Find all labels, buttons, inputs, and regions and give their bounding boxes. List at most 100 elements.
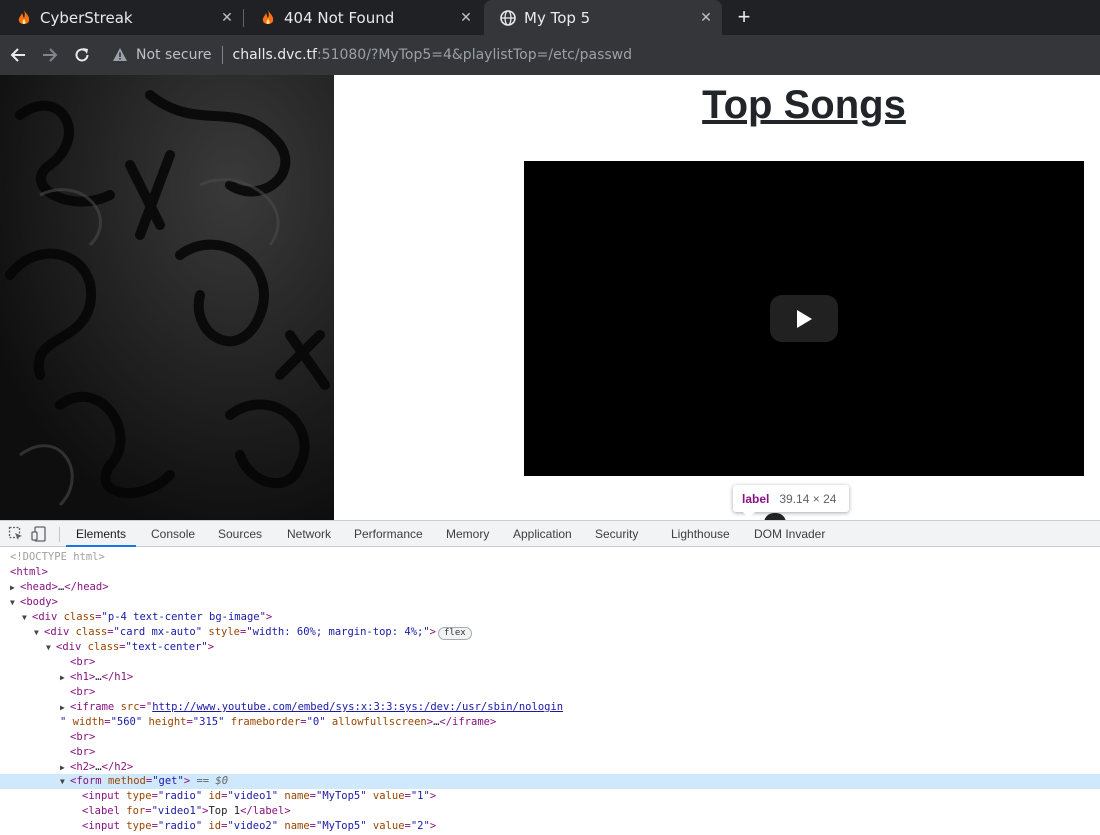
page-viewport: Top Songs label 39.14 × 24 bbox=[0, 75, 1100, 520]
tab-title: CyberStreak bbox=[40, 8, 133, 27]
tag-text: </label> bbox=[240, 805, 291, 817]
tab-my-top-5[interactable]: My Top 5 ✕ bbox=[484, 0, 722, 35]
tab-dom-invader[interactable]: DOM Invader bbox=[754, 521, 825, 547]
attr-name: type bbox=[126, 790, 152, 802]
divider bbox=[59, 527, 60, 542]
dom-node-input[interactable]: <input type="radio" id="video1" name="My… bbox=[0, 789, 1100, 804]
dom-node-br[interactable]: <br> bbox=[0, 745, 1100, 760]
attr-name: style bbox=[208, 626, 240, 638]
attr-name: class bbox=[63, 611, 96, 623]
dom-node-doctype[interactable]: <!DOCTYPE html> bbox=[0, 550, 1100, 565]
globe-icon bbox=[500, 9, 516, 26]
tag-text: <h1> bbox=[70, 671, 96, 683]
play-icon bbox=[797, 309, 812, 328]
tab-console[interactable]: Console bbox=[151, 521, 195, 547]
collapse-triangle-icon[interactable]: ▼ bbox=[46, 640, 56, 655]
tab-title: My Top 5 bbox=[524, 8, 591, 27]
tag-text: <div bbox=[56, 641, 88, 653]
expand-triangle-icon[interactable]: ▶ bbox=[60, 760, 70, 775]
address-toolbar: Not secure challs.dvc.tf:51080/?MyTop5=4… bbox=[0, 35, 1100, 75]
tag-text: <iframe bbox=[70, 701, 121, 713]
tag-text: <br> bbox=[70, 731, 96, 743]
tag-text: <html> bbox=[10, 566, 48, 578]
iframe-src-link[interactable]: http://www.youtube.com/embed/sys:x:3:3:s… bbox=[152, 701, 563, 713]
collapse-triangle-icon[interactable]: ▼ bbox=[10, 595, 20, 610]
devtools-toolbar: Elements Console Sources Network Perform… bbox=[0, 520, 1100, 547]
attr-name: id bbox=[208, 820, 222, 832]
attr-name: frameborder bbox=[230, 716, 301, 728]
collapse-triangle-icon[interactable]: ▼ bbox=[22, 610, 32, 625]
attr-value: "video1" bbox=[227, 790, 279, 802]
dom-node-form-selected[interactable]: ▼ <form method="get"> == $0 bbox=[0, 774, 1100, 789]
collapse-triangle-icon[interactable]: ▼ bbox=[60, 774, 70, 789]
expand-triangle-icon[interactable]: ▶ bbox=[60, 670, 70, 685]
flame-icon bbox=[16, 9, 32, 26]
dom-node-html[interactable]: <html> bbox=[0, 565, 1100, 580]
tag-text: <input bbox=[82, 820, 127, 832]
attr-name: method bbox=[107, 775, 146, 787]
warning-triangle-icon[interactable] bbox=[112, 47, 128, 63]
tag-text: </iframe> bbox=[439, 716, 497, 728]
flex-badge[interactable]: flex bbox=[437, 627, 472, 640]
tag-text: <form bbox=[70, 775, 108, 787]
tab-performance[interactable]: Performance bbox=[354, 521, 423, 547]
tag-text: <div bbox=[44, 626, 76, 638]
device-toolbar-icon[interactable] bbox=[31, 526, 47, 542]
element-inspector-tooltip: label 39.14 × 24 bbox=[733, 485, 849, 518]
attr-value: "video1" bbox=[151, 805, 203, 817]
tag-text: </h1> bbox=[101, 671, 134, 683]
forward-button[interactable] bbox=[37, 42, 63, 68]
tab-cyberstreak[interactable]: CyberStreak ✕ bbox=[0, 0, 243, 35]
tab-lighthouse[interactable]: Lighthouse bbox=[671, 521, 730, 547]
dom-node-h2[interactable]: ▶ <h2>…</h2> bbox=[0, 760, 1100, 775]
youtube-embed-video[interactable] bbox=[524, 161, 1084, 476]
tooltip-tag: label bbox=[742, 491, 770, 506]
dom-node-div-card[interactable]: ▼ <div class="card mx-auto" style="width:… bbox=[0, 625, 1100, 640]
tag-text: <br> bbox=[70, 686, 96, 698]
dom-node-input[interactable]: <input type="radio" id="video2" name="My… bbox=[0, 819, 1100, 834]
tab-security[interactable]: Security bbox=[595, 521, 638, 547]
attr-value: "MyTop5" bbox=[316, 790, 367, 802]
not-secure-label[interactable]: Not secure bbox=[136, 47, 212, 63]
collapse-triangle-icon[interactable]: ▼ bbox=[34, 625, 44, 640]
url-host: challs.dvc.tf bbox=[232, 47, 317, 63]
tab-application[interactable]: Application bbox=[513, 521, 572, 547]
dom-node-body[interactable]: ▼ <body> bbox=[0, 595, 1100, 610]
close-icon[interactable]: ✕ bbox=[456, 8, 476, 28]
tab-memory[interactable]: Memory bbox=[446, 521, 489, 547]
address-bar[interactable]: Not secure challs.dvc.tf:51080/?MyTop5=4… bbox=[102, 39, 1097, 71]
dom-node-br[interactable]: <br> bbox=[0, 730, 1100, 745]
page-title: Top Songs bbox=[702, 83, 906, 127]
attr-name: height bbox=[148, 716, 187, 728]
inspect-element-icon[interactable] bbox=[8, 526, 24, 542]
reload-button[interactable] bbox=[69, 42, 95, 68]
elements-dom-tree: <!DOCTYPE html> <html> ▶ <head>…</head> ▼… bbox=[0, 548, 1100, 835]
attr-value: "width: 60%; margin-top: 4%;" bbox=[246, 626, 430, 638]
dom-node-label[interactable]: <label for="video1">Top 1</label> bbox=[0, 804, 1100, 819]
play-button[interactable] bbox=[770, 295, 838, 342]
dom-node-div-text-center[interactable]: ▼ <div class="text-center"> bbox=[0, 640, 1100, 655]
close-icon[interactable]: ✕ bbox=[217, 8, 237, 28]
tab-sources[interactable]: Sources bbox=[218, 521, 262, 547]
dom-node-head[interactable]: ▶ <head>…</head> bbox=[0, 580, 1100, 595]
close-icon[interactable]: ✕ bbox=[696, 8, 716, 28]
tag-text: </head> bbox=[64, 581, 109, 593]
tab-elements[interactable]: Elements bbox=[66, 521, 137, 547]
tab-404-not-found[interactable]: 404 Not Found ✕ bbox=[244, 0, 482, 35]
tag-text: <div bbox=[32, 611, 64, 623]
attr-name: name bbox=[284, 820, 310, 832]
dom-node-iframe[interactable]: ▶ <iframe src="http://www.youtube.com/emb… bbox=[0, 700, 1100, 715]
dom-node-div[interactable]: ▼ <div class="p-4 text-center bg-image"> bbox=[0, 610, 1100, 625]
tag-text: </h2> bbox=[101, 761, 134, 773]
dom-node-h1[interactable]: ▶ <h1>…</h1> bbox=[0, 670, 1100, 685]
dom-node-br[interactable]: <br> bbox=[0, 685, 1100, 700]
back-button[interactable] bbox=[5, 42, 31, 68]
dom-node-iframe-cont[interactable]: " width="560" height="315" frameborder="… bbox=[0, 715, 1100, 730]
attr-value: "MyTop5" bbox=[316, 820, 367, 832]
browser-tab-bar: CyberStreak ✕ 404 Not Found ✕ My Top 5 ✕… bbox=[0, 0, 1100, 35]
dom-node-br[interactable]: <br> bbox=[0, 655, 1100, 670]
expand-triangle-icon[interactable]: ▶ bbox=[60, 700, 70, 715]
expand-triangle-icon[interactable]: ▶ bbox=[10, 580, 20, 595]
new-tab-button[interactable]: + bbox=[732, 4, 756, 29]
tab-network[interactable]: Network bbox=[287, 521, 331, 547]
